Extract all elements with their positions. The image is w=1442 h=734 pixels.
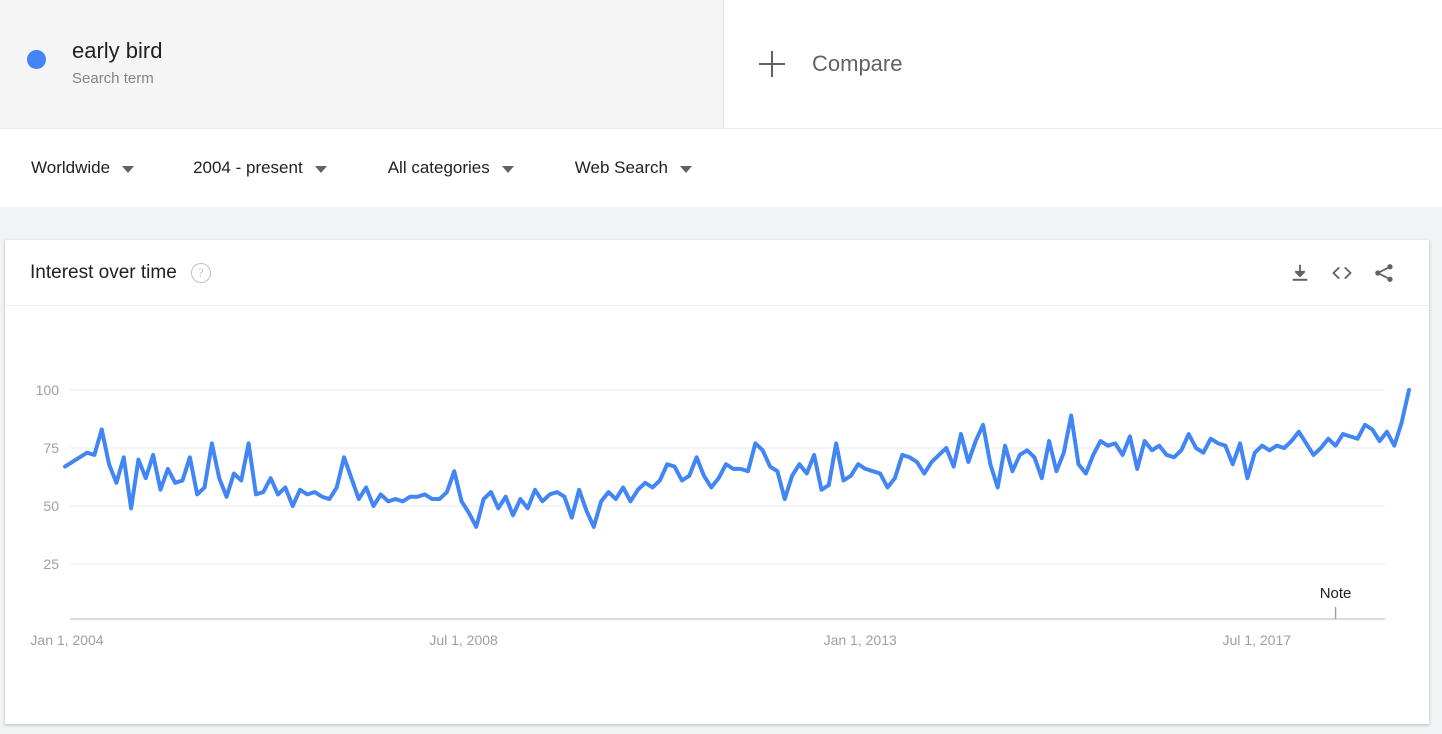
x-axis-tick-label: Jan 1, 2013 — [824, 632, 897, 648]
search-term-card[interactable]: early bird Search term — [0, 0, 724, 128]
y-axis-tick-label: 100 — [36, 382, 60, 398]
filters-bar: Worldwide 2004 - present All categories … — [0, 128, 1442, 207]
trends-line-chart: 25 50 75 100 Jan 1, 2004 Jul 1, 2008 Jan 1, 20… — [30, 382, 1411, 648]
y-axis-tick-label: 50 — [43, 498, 59, 514]
x-axis-tick-label: Jan 1, 2004 — [30, 632, 103, 648]
chevron-down-icon — [122, 166, 135, 173]
interest-over-time-card: Interest over time ? 25 50 75 100 Jan 1,… — [5, 240, 1429, 724]
chart-card-header: Interest over time ? — [5, 240, 1429, 306]
help-circle-icon[interactable]: ? — [190, 262, 211, 283]
download-icon[interactable] — [1279, 252, 1321, 294]
plus-icon — [759, 51, 785, 77]
x-axis-tick-label: Jul 1, 2008 — [429, 632, 498, 648]
filter-search-type-label: Web Search — [574, 158, 668, 177]
chart-actions — [1279, 252, 1405, 294]
filter-category-label: All categories — [387, 158, 490, 177]
filter-location-label: Worldwide — [31, 158, 111, 177]
chevron-down-icon — [314, 166, 327, 173]
filter-search-type[interactable]: Web Search — [575, 158, 692, 178]
chart-title: Interest over time — [30, 261, 177, 283]
series-color-dot — [27, 49, 46, 69]
search-term-type: Search term — [72, 70, 154, 87]
filter-time-range-label: 2004 - present — [193, 158, 303, 177]
y-axis-tick-label: 75 — [43, 440, 59, 456]
search-term-text: early bird Search term — [72, 36, 162, 92]
filter-category[interactable]: All categories — [388, 158, 514, 178]
compare-label: Compare — [812, 51, 903, 76]
note-annotation-label: Note — [1319, 585, 1352, 602]
chevron-down-icon — [501, 166, 514, 173]
search-term-name: early bird — [72, 38, 163, 63]
filter-time-range[interactable]: 2004 - present — [193, 158, 327, 178]
embed-code-icon[interactable] — [1321, 252, 1363, 294]
chevron-down-icon — [680, 166, 692, 173]
chart-plot-area[interactable]: 25 50 75 100 Jan 1, 2004 Jul 1, 2008 Jan 1, 20… — [5, 306, 1429, 723]
x-axis-tick-label: Jul 1, 2017 — [1223, 632, 1292, 648]
search-term-bar: early bird Search term Compare — [0, 0, 1442, 128]
share-icon[interactable] — [1363, 252, 1405, 294]
compare-button[interactable]: Compare — [724, 0, 1442, 128]
filter-location[interactable]: Worldwide — [31, 158, 135, 178]
y-axis-tick-label: 25 — [43, 556, 59, 572]
